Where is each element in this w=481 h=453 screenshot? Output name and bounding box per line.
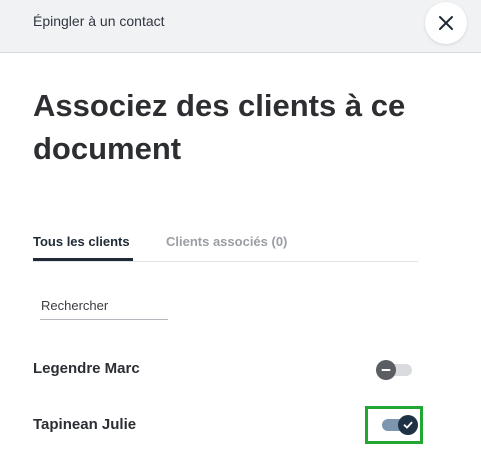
client-toggle-tapinean[interactable] [378,415,418,435]
page-title: Associez des clients à ce document [33,88,406,166]
dialog-top-title: Épingler à un contact [33,13,165,29]
dialog-header: Épingler à un contact [0,0,481,53]
toggle-knob [398,415,418,435]
close-icon [439,16,453,30]
tab-bar: Tous les clients Clients associés (0) [33,230,418,262]
search-input[interactable] [40,292,168,320]
check-icon [403,421,413,429]
minus-icon [381,369,391,371]
client-name-tapinean: Tapinean Julie [33,416,137,433]
close-button[interactable] [425,2,467,44]
tab-all-clients[interactable]: Tous les clients [33,234,133,261]
client-name-legendre: Legendre Marc [33,360,140,377]
client-toggle-legendre[interactable] [376,360,416,380]
toggle-knob [376,360,396,380]
tab-associated-clients[interactable]: Clients associés (0) [166,234,287,261]
